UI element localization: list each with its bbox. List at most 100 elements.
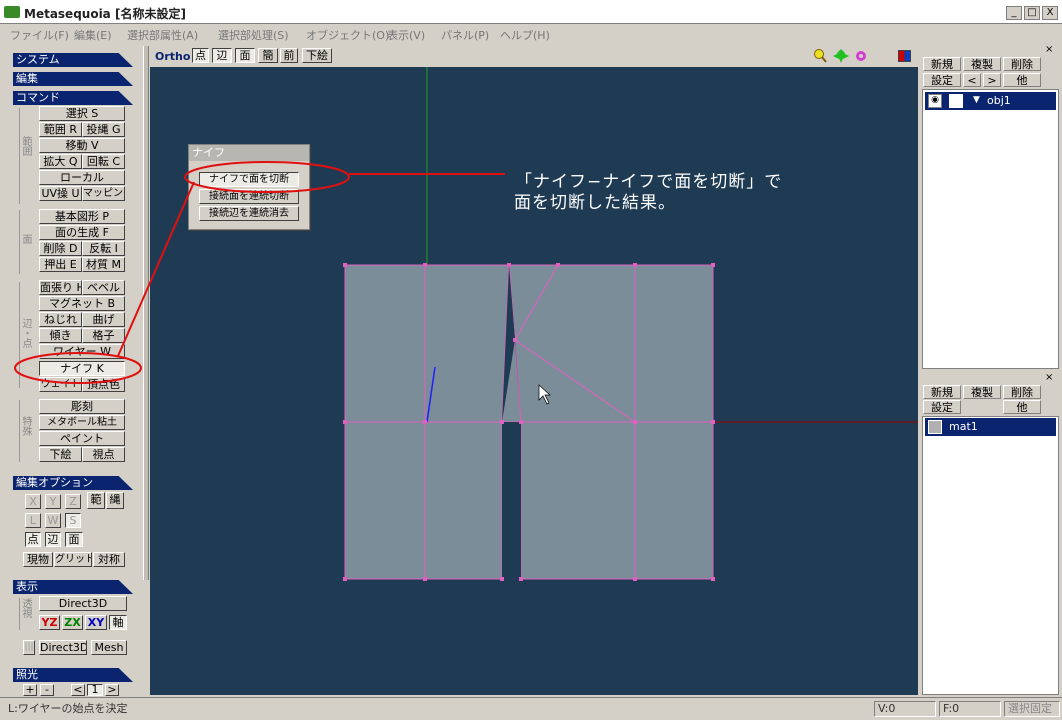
paint-button[interactable]: ペイント xyxy=(39,431,125,446)
view-underlay-toggle[interactable]: 下絵 xyxy=(302,48,332,63)
view-yz-button[interactable]: YZ xyxy=(39,615,60,630)
view-point-toggle[interactable]: 点 xyxy=(192,48,209,63)
object-delete-button[interactable]: 削除 xyxy=(1003,57,1041,71)
object-settings-button[interactable]: 設定 xyxy=(923,73,961,87)
extrude-button[interactable]: 押出 E xyxy=(39,257,82,272)
lattice-button[interactable]: 格子 xyxy=(82,328,125,343)
pane-toggle[interactable]: ||| xyxy=(23,640,35,655)
viewpoint-button[interactable]: 視点 xyxy=(82,447,125,462)
s-toggle[interactable]: S xyxy=(65,513,81,528)
mapping-button[interactable]: マッピング xyxy=(82,186,125,201)
tilt-button[interactable]: 傾き xyxy=(39,328,82,343)
direct3d-button[interactable]: Direct3D xyxy=(39,596,127,611)
range-toggle[interactable]: 範 xyxy=(87,492,105,509)
color-toggle-icon[interactable] xyxy=(898,50,911,62)
object-next-button[interactable]: > xyxy=(983,73,1001,87)
lock-y-toggle[interactable]: Y xyxy=(45,494,61,509)
move-button[interactable]: 移動 V xyxy=(39,138,125,153)
rotate-button[interactable]: 回転 C xyxy=(82,154,125,169)
material-panel-close-icon[interactable]: × xyxy=(1045,372,1053,383)
weight-button[interactable]: ウェイト xyxy=(39,377,82,392)
menu-select-process[interactable]: 選択部処理(S) xyxy=(218,27,289,43)
wire-button[interactable]: ワイヤー W xyxy=(39,344,125,359)
edge-toggle[interactable]: 辺 xyxy=(45,532,61,547)
axis-toggle[interactable]: 軸 xyxy=(109,615,127,630)
material-list[interactable]: mat1 xyxy=(922,416,1059,695)
current-toggle[interactable]: 現物 xyxy=(23,552,53,567)
knife-cut-face-button[interactable]: ナイフで面を切断 xyxy=(199,172,299,187)
maximize-button[interactable]: □ xyxy=(1024,6,1040,20)
vertex-color-button[interactable]: 頂点色 xyxy=(82,377,125,392)
knife-cut-connected-button[interactable]: 接続面を連続切断 xyxy=(199,189,299,204)
lock-z-toggle[interactable]: Z xyxy=(65,494,81,509)
select-button[interactable]: 選択 S xyxy=(39,106,125,121)
view-front-button[interactable]: 前 xyxy=(280,48,298,63)
local-button[interactable]: ローカル xyxy=(39,170,125,185)
ortho-label[interactable]: Ortho xyxy=(155,50,190,63)
stretch-button[interactable]: 面張り H xyxy=(39,280,82,295)
expand-arrow-icon[interactable]: ▼ xyxy=(973,95,980,105)
view-xy-button[interactable]: XY xyxy=(85,615,107,630)
menu-object[interactable]: オブジェクト(O) xyxy=(306,27,389,43)
material-row[interactable]: mat1 xyxy=(925,418,1056,436)
knife-erase-edges-button[interactable]: 接続辺を連続消去 xyxy=(199,206,299,221)
light-add-button[interactable]: + xyxy=(23,684,37,696)
light-next-button[interactable]: > xyxy=(105,684,119,696)
object-row[interactable]: ◉ ▼ obj1 xyxy=(925,92,1056,110)
light-remove-button[interactable]: - xyxy=(40,684,54,696)
face-toggle[interactable]: 面 xyxy=(65,532,83,547)
menu-select-attr[interactable]: 選択部属性(A) xyxy=(127,27,198,43)
view-edge-toggle[interactable]: 辺 xyxy=(212,48,232,63)
zoom-icon[interactable] xyxy=(814,49,827,63)
minimize-button[interactable]: _ xyxy=(1006,6,1022,20)
menu-help[interactable]: ヘルプ(H) xyxy=(500,27,550,43)
material-other-button[interactable]: 他 xyxy=(1003,400,1041,414)
rotate-view-icon[interactable] xyxy=(856,51,866,61)
metaball-button[interactable]: メタボール粘土 xyxy=(39,415,125,430)
basic-shape-button[interactable]: 基本図形 P xyxy=(39,209,125,224)
uv-button[interactable]: UV操 U xyxy=(39,186,82,201)
material-duplicate-button[interactable]: 複製 xyxy=(963,385,1001,399)
object-panel-close-icon[interactable]: × xyxy=(1045,44,1053,55)
l-toggle[interactable]: L xyxy=(25,513,41,528)
magnet-button[interactable]: マグネット B xyxy=(39,296,125,311)
object-other-button[interactable]: 他 xyxy=(1003,73,1041,87)
face-generate-button[interactable]: 面の生成 F xyxy=(39,225,125,240)
view-simple-toggle[interactable]: 簡 xyxy=(258,48,278,63)
lasso-toggle[interactable]: 縄 xyxy=(106,492,124,509)
flip-button[interactable]: 反転 I xyxy=(82,241,125,256)
material-new-button[interactable]: 新規 xyxy=(923,385,961,399)
direct3d-mode-button[interactable]: Direct3D xyxy=(39,640,87,655)
menu-view[interactable]: 表示(V) xyxy=(387,27,425,43)
lock-box-icon[interactable] xyxy=(949,94,963,108)
view-face-toggle[interactable]: 面 xyxy=(235,48,255,63)
object-new-button[interactable]: 新規 xyxy=(923,57,961,71)
menu-edit[interactable]: 編集(E) xyxy=(74,27,112,43)
lasso-button[interactable]: 投縄 G xyxy=(82,122,125,137)
light-prev-button[interactable]: < xyxy=(71,684,85,696)
bevel-button[interactable]: ベベル xyxy=(82,280,125,295)
menu-panel[interactable]: パネル(P) xyxy=(441,27,489,43)
section-edit[interactable]: 編集 xyxy=(13,72,133,86)
material-delete-button[interactable]: 削除 xyxy=(1003,385,1041,399)
twist-button[interactable]: ねじれ xyxy=(39,312,82,327)
scale-button[interactable]: 拡大 Q xyxy=(39,154,82,169)
visibility-eye-icon[interactable]: ◉ xyxy=(928,94,942,108)
mesh-button[interactable]: Mesh xyxy=(91,640,127,655)
bend-button[interactable]: 曲げ xyxy=(82,312,125,327)
object-duplicate-button[interactable]: 複製 xyxy=(963,57,1001,71)
range-button[interactable]: 範囲 R xyxy=(39,122,82,137)
object-prev-button[interactable]: < xyxy=(963,73,981,87)
knife-button[interactable]: ナイフ K xyxy=(39,361,125,376)
close-button[interactable]: X xyxy=(1042,6,1058,20)
view-zx-button[interactable]: ZX xyxy=(62,615,83,630)
section-lighting[interactable]: 照光 xyxy=(13,668,133,682)
section-display[interactable]: 表示 xyxy=(13,580,133,594)
section-system[interactable]: システム xyxy=(13,53,133,67)
delete-button[interactable]: 削除 D xyxy=(39,241,82,256)
symmetry-toggle[interactable]: 対称 xyxy=(93,552,125,567)
menu-file[interactable]: ファイル(F) xyxy=(10,27,69,43)
underlay-button[interactable]: 下絵 xyxy=(39,447,82,462)
panel-scrollbar[interactable] xyxy=(143,46,149,580)
section-edit-options[interactable]: 編集オプション xyxy=(13,476,133,490)
